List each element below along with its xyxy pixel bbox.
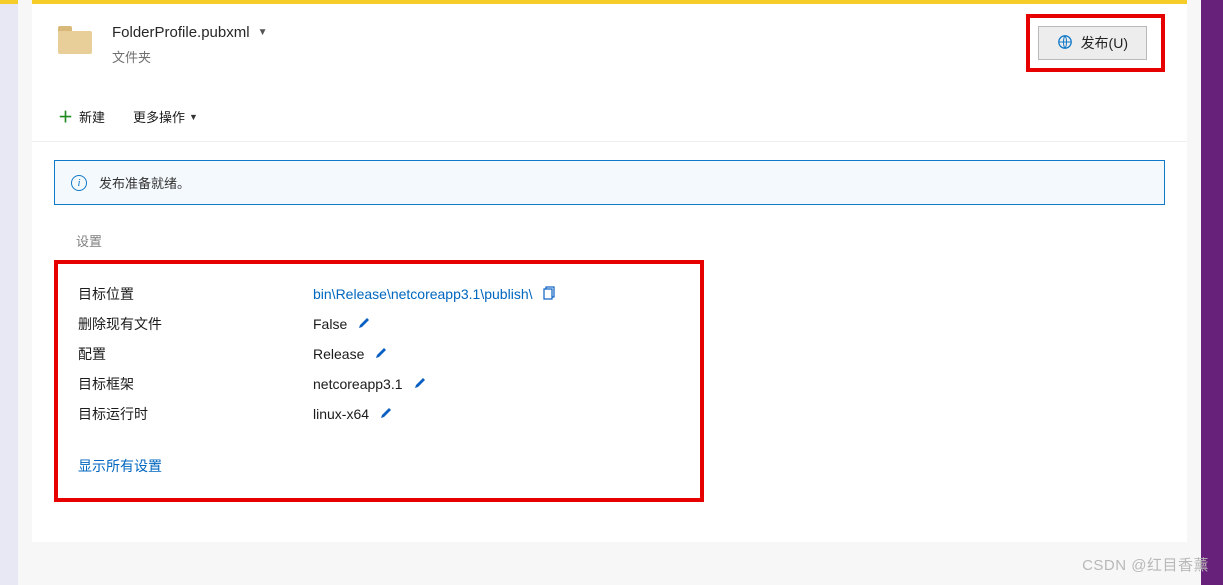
new-button[interactable]: ＋ 新建 [58,106,105,127]
actions-toolbar: ＋ 新建 更多操作 ▼ [32,96,1187,142]
chevron-down-icon: ▼ [189,112,198,122]
settings-label: 目标框架 [78,374,313,394]
publish-header: FolderProfile.pubxml ▼ 文件夹 发布(U) [32,4,1187,96]
edit-icon[interactable] [357,316,371,333]
settings-value-text: netcoreapp3.1 [313,376,403,392]
settings-row: 目标运行时linux-x64 [78,404,684,424]
new-button-label: 新建 [79,107,105,126]
publish-button-label: 发布(U) [1081,33,1128,53]
settings-value: netcoreapp3.1 [313,376,427,393]
more-actions-label: 更多操作 [133,107,185,126]
highlight-settings-area: 目标位置bin\Release\netcoreapp3.1\publish\删除… [54,260,704,502]
profile-name: FolderProfile.pubxml [112,24,250,41]
settings-value: Release [313,346,388,363]
plus-icon: ＋ [58,106,73,127]
settings-label: 目标运行时 [78,404,313,424]
folder-icon [58,26,92,54]
status-info-box: i 发布准备就绪。 [54,160,1165,205]
settings-value-text: False [313,316,347,332]
show-all-settings-link[interactable]: 显示所有设置 [78,456,162,476]
settings-row: 配置Release [78,344,684,364]
settings-row: 目标框架netcoreapp3.1 [78,374,684,394]
info-icon: i [71,175,87,191]
copy-icon[interactable] [543,286,557,303]
profile-dropdown[interactable]: FolderProfile.pubxml ▼ [112,24,267,41]
status-message: 发布准备就绪。 [99,173,190,192]
edit-icon[interactable] [413,376,427,393]
chevron-down-icon: ▼ [258,27,268,38]
settings-value-link[interactable]: bin\Release\netcoreapp3.1\publish\ [313,286,557,303]
publish-button[interactable]: 发布(U) [1038,26,1147,60]
profile-subtitle: 文件夹 [112,47,267,66]
settings-value: linux-x64 [313,406,393,423]
settings-label: 删除现有文件 [78,314,313,334]
settings-value-text: Release [313,346,364,362]
highlight-publish-area: 发布(U) [1026,14,1165,72]
settings-value-text: linux-x64 [313,406,369,422]
settings-section-title: 设置 [76,231,1165,250]
settings-label: 配置 [78,344,313,364]
more-actions-dropdown[interactable]: 更多操作 ▼ [133,107,198,126]
edit-icon[interactable] [379,406,393,423]
edit-icon[interactable] [374,346,388,363]
settings-value-text: bin\Release\netcoreapp3.1\publish\ [313,286,533,302]
settings-label: 目标位置 [78,284,313,304]
settings-value: False [313,316,371,333]
settings-row: 目标位置bin\Release\netcoreapp3.1\publish\ [78,284,684,304]
globe-publish-icon [1057,34,1073,53]
settings-row: 删除现有文件False [78,314,684,334]
